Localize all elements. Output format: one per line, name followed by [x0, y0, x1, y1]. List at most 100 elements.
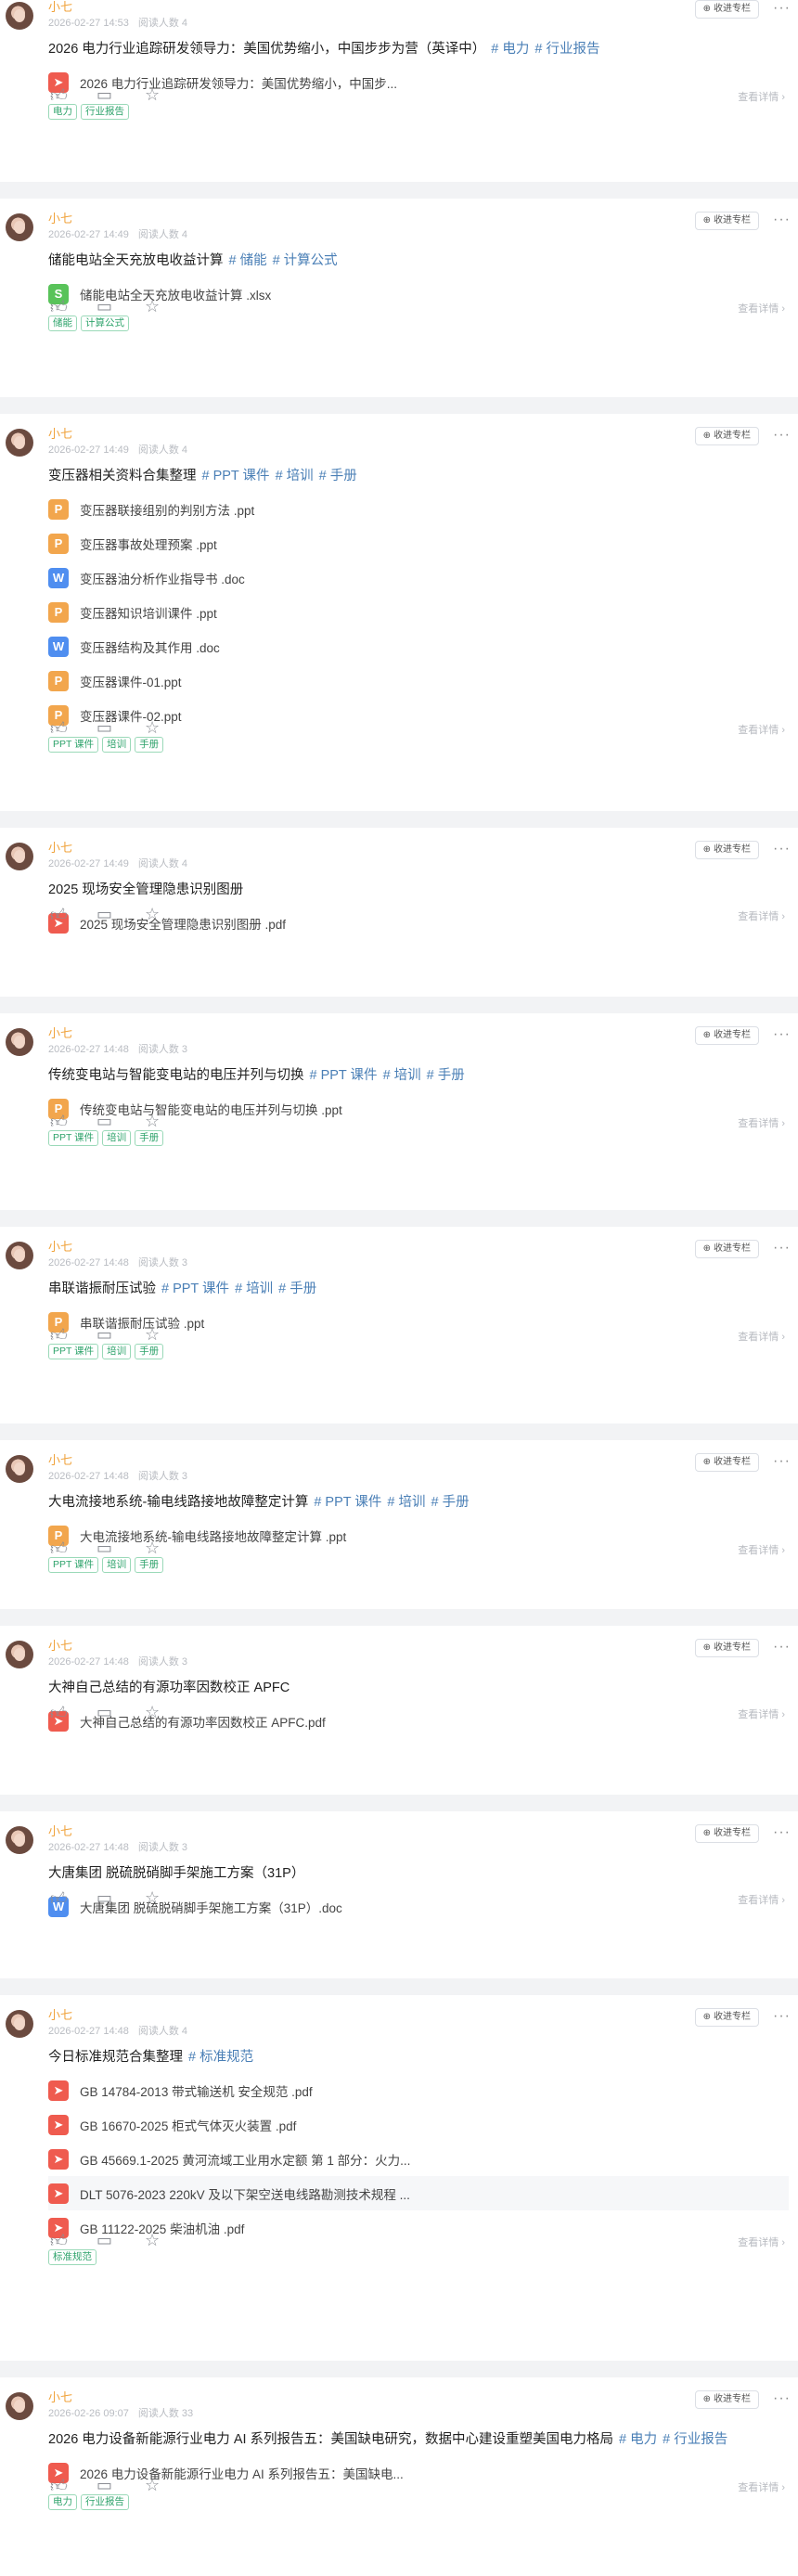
thumb-up-icon[interactable]: 👍︎ — [50, 905, 68, 925]
title-tag-link[interactable]: # 手册 — [427, 1068, 465, 1083]
collect-button[interactable]: ⊕ 收进专栏 — [694, 0, 759, 19]
author-name[interactable]: 小七 — [48, 1639, 789, 1654]
author-name[interactable]: 小七 — [48, 1453, 789, 1468]
attachment-item[interactable]: ➤ GB 14784-2013 带式输送机 安全规范 .pdf — [48, 2073, 789, 2107]
attachment-item[interactable]: ➤ DLT 5076-2023 220kV 及以下架空送电线路勘测技术规程 ... — [48, 2176, 789, 2210]
collect-button[interactable]: ⊕ 收进专栏 — [694, 1453, 759, 1472]
thumb-up-icon[interactable]: 👍︎ — [50, 1112, 68, 1132]
title-tag-link[interactable]: # 手册 — [319, 469, 357, 483]
title-tag-link[interactable]: # PPT 课件 — [310, 1068, 378, 1083]
comment-icon[interactable]: ▭ — [97, 905, 112, 924]
author-name[interactable]: 小七 — [48, 1824, 789, 1839]
comment-icon[interactable]: ▭ — [97, 1888, 112, 1908]
collect-button[interactable]: ⊕ 收进专栏 — [694, 2008, 759, 2027]
thumb-up-icon[interactable]: 👍︎ — [50, 2476, 68, 2496]
thumb-up-icon[interactable]: 👍︎ — [50, 2231, 68, 2251]
author-name[interactable]: 小七 — [48, 2008, 789, 2023]
more-icon[interactable]: ··· — [773, 1240, 791, 1256]
post-card[interactable]: 小七 2026-02-27 14:48 阅读人数 4 ⊕ 收进专栏 ··· 今日标准规范合集… — [0, 1995, 798, 2361]
collect-button[interactable]: ⊕ 收进专栏 — [694, 427, 759, 445]
comment-icon[interactable]: ▭ — [97, 1325, 112, 1345]
post-title[interactable]: 2026 电力设备新能源行业电力 AI 系列报告五：美国缺电研究，数据中心建设重… — [48, 2429, 789, 2450]
collect-button[interactable]: ⊕ 收进专栏 — [694, 1824, 759, 1843]
attachment-item[interactable]: W 变压器结构及其作用 .doc — [48, 629, 789, 663]
more-icon[interactable]: ··· — [773, 1026, 791, 1043]
comment-icon[interactable]: ▭ — [97, 1112, 112, 1131]
comment-icon[interactable]: ▭ — [97, 2476, 112, 2495]
title-tag-link[interactable]: # 培训 — [276, 469, 314, 483]
view-detail-link[interactable]: 查看详情 › — [738, 908, 785, 923]
collect-button[interactable]: ⊕ 收进专栏 — [694, 1240, 759, 1258]
comment-icon[interactable]: ▭ — [97, 297, 112, 316]
post-title[interactable]: 串联谐振耐压试验 # PPT 课件 # 培训 # 手册 — [48, 1279, 789, 1299]
post-card[interactable]: 小七 2026-02-27 14:48 阅读人数 3 ⊕ 收进专栏 ··· 大神自己总结的有… — [0, 1626, 798, 1795]
attachment-item[interactable]: ➤ GB 16670-2025 柜式气体灭火装置 .pdf — [48, 2107, 789, 2142]
comment-icon[interactable]: ▭ — [97, 1703, 112, 1722]
more-icon[interactable]: ··· — [773, 427, 791, 444]
post-title[interactable]: 2026 电力行业追踪研发领导力：美国优势缩小，中国步步为营（英译中） # 电力 #… — [48, 39, 789, 59]
author-name[interactable]: 小七 — [48, 212, 789, 226]
thumb-up-icon[interactable]: 👍︎ — [50, 718, 68, 739]
post-card[interactable]: 小七 2026-02-27 14:48 阅读人数 3 ⊕ 收进专栏 ··· 串联谐振耐压试验… — [0, 1227, 798, 1423]
post-title[interactable]: 传统变电站与智能变电站的电压并列与切换 # PPT 课件 # 培训 # 手册 — [48, 1065, 789, 1086]
author-name[interactable]: 小七 — [48, 841, 789, 856]
post-card[interactable]: 小七 2026-02-27 14:53 阅读人数 4 ⊕ 收进专栏 ··· 2026 电力行… — [0, 0, 798, 182]
attachment-item[interactable]: P 变压器事故处理预案 .ppt — [48, 526, 789, 560]
attachment-item[interactable]: W 变压器油分析作业指导书 .doc — [48, 560, 789, 595]
author-name[interactable]: 小七 — [48, 1026, 789, 1041]
post-title[interactable]: 今日标准规范合集整理 # 标准规范 — [48, 2047, 789, 2067]
post-card[interactable]: 小七 2026-02-26 09:07 阅读人数 33 ⊕ 收进专栏 ··· 2026 电力… — [0, 2377, 798, 2576]
post-card[interactable]: 小七 2026-02-27 14:48 阅读人数 3 ⊕ 收进专栏 ··· 大唐集团 脱硫脱… — [0, 1811, 798, 1978]
attachment-item[interactable]: P 变压器联接组别的判别方法 .ppt — [48, 492, 789, 526]
title-tag-link[interactable]: # PPT 课件 — [202, 469, 270, 483]
view-detail-link[interactable]: 查看详情 › — [738, 1329, 785, 1344]
view-detail-link[interactable]: 查看详情 › — [738, 2235, 785, 2249]
title-tag-link[interactable]: # PPT 课件 — [161, 1282, 229, 1296]
title-tag-link[interactable]: # 行业报告 — [663, 2432, 727, 2447]
post-title[interactable]: 2025 现场安全管理隐患识别图册 — [48, 880, 789, 900]
comment-icon[interactable]: ▭ — [97, 2231, 112, 2250]
star-icon[interactable]: ☆ — [145, 2476, 160, 2495]
more-icon[interactable]: ··· — [773, 1639, 791, 1655]
collect-button[interactable]: ⊕ 收进专栏 — [694, 1026, 759, 1045]
thumb-up-icon[interactable]: 👍︎ — [50, 85, 68, 106]
thumb-up-icon[interactable]: 👍︎ — [50, 1325, 68, 1346]
view-detail-link[interactable]: 查看详情 › — [738, 1115, 785, 1130]
title-tag-link[interactable]: # 储能 — [229, 253, 267, 268]
collect-button[interactable]: ⊕ 收进专栏 — [694, 1639, 759, 1657]
title-tag-link[interactable]: # 电力 — [491, 42, 529, 57]
collect-button[interactable]: ⊕ 收进专栏 — [694, 2390, 759, 2409]
view-detail-link[interactable]: 查看详情 › — [738, 1707, 785, 1721]
view-detail-link[interactable]: 查看详情 › — [738, 1542, 785, 1557]
thumb-up-icon[interactable]: 👍︎ — [50, 1539, 68, 1559]
attachment-item[interactable]: P 变压器知识培训课件 .ppt — [48, 595, 789, 629]
attachment-item[interactable]: P 变压器课件-01.ppt — [48, 663, 789, 698]
post-card[interactable]: 小七 2026-02-27 14:48 阅读人数 3 ⊕ 收进专栏 ··· 大电流接地系统-… — [0, 1440, 798, 1609]
title-tag-link[interactable]: # 电力 — [619, 2432, 657, 2447]
collect-button[interactable]: ⊕ 收进专栏 — [694, 212, 759, 230]
post-title[interactable]: 大电流接地系统-输电线路接地故障整定计算 # PPT 课件 # 培训 # 手册 — [48, 1492, 789, 1513]
more-icon[interactable]: ··· — [773, 212, 791, 228]
comment-icon[interactable]: ▭ — [97, 718, 112, 738]
post-card[interactable]: 小七 2026-02-27 14:49 阅读人数 4 ⊕ 收进专栏 ··· 变压器相关资料合… — [0, 414, 798, 811]
thumb-up-icon[interactable]: 👍︎ — [50, 1888, 68, 1909]
author-name[interactable]: 小七 — [48, 0, 789, 15]
view-detail-link[interactable]: 查看详情 › — [738, 89, 785, 104]
collect-button[interactable]: ⊕ 收进专栏 — [694, 841, 759, 859]
title-tag-link[interactable]: # 标准规范 — [188, 2050, 253, 2065]
title-tag-link[interactable]: # PPT 课件 — [314, 1495, 381, 1510]
post-title[interactable]: 变压器相关资料合集整理 # PPT 课件 # 培训 # 手册 — [48, 466, 789, 486]
title-tag-link[interactable]: # 手册 — [278, 1282, 316, 1296]
more-icon[interactable]: ··· — [773, 1824, 791, 1841]
more-icon[interactable]: ··· — [773, 2390, 791, 2407]
star-icon[interactable]: ☆ — [145, 718, 160, 738]
thumb-up-icon[interactable]: 👍︎ — [50, 297, 68, 317]
attachment-item[interactable]: ➤ GB 45669.1-2025 黄河流域工业用水定额 第 1 部分：火力... — [48, 2142, 789, 2176]
view-detail-link[interactable]: 查看详情 › — [738, 722, 785, 737]
star-icon[interactable]: ☆ — [145, 1112, 160, 1131]
comment-icon[interactable]: ▭ — [97, 1539, 112, 1558]
title-tag-link[interactable]: # 计算公式 — [273, 253, 338, 268]
post-title[interactable]: 储能电站全天充放电收益计算 # 储能 # 计算公式 — [48, 251, 789, 271]
title-tag-link[interactable]: # 培训 — [383, 1068, 421, 1083]
post-title[interactable]: 大唐集团 脱硫脱硝脚手架施工方案（31P） — [48, 1863, 789, 1884]
